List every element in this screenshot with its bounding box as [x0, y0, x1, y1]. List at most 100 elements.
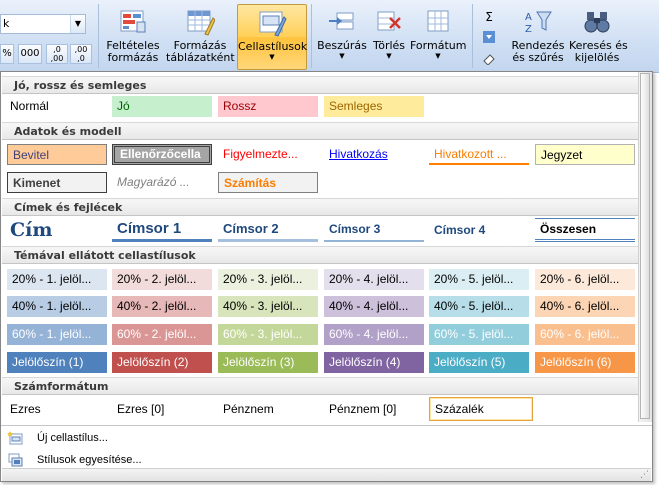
style-accent2-60[interactable]: 60% - 2. jelöl... [112, 324, 212, 345]
sort-filter-icon: A Z [525, 11, 552, 35]
style-accent6-40[interactable]: 40% - 6. jelöl... [535, 296, 635, 317]
style-accent6-60[interactable]: 60% - 6. jelöl... [535, 324, 635, 345]
style-accent6-20[interactable]: 20% - 6. jelöl... [535, 269, 635, 290]
format-cells-icon [427, 10, 449, 32]
style-accent2-20[interactable]: 20% - 2. jelöl... [112, 269, 212, 290]
style-explanatory[interactable]: Magyarázó ... [112, 172, 212, 193]
style-input[interactable]: Bevitel [7, 144, 107, 165]
style-percent[interactable]: Százalék [429, 397, 533, 421]
delete-cells-icon [377, 11, 401, 31]
clear-button[interactable] [478, 52, 500, 70]
merge-styles-icon [8, 453, 23, 467]
style-heading-1[interactable]: Címsor 1 [112, 218, 212, 242]
section-header-data-model: Adatok és modell [2, 122, 639, 140]
style-accent1-40[interactable]: 40% - 1. jelöl... [7, 296, 107, 317]
style-title[interactable]: Cím [5, 218, 105, 242]
chevron-down-icon: ▼ [339, 52, 345, 60]
chevron-down-icon[interactable]: ▼ [70, 15, 85, 33]
style-total[interactable]: Összesen [535, 218, 635, 242]
svg-text:A: A [525, 12, 532, 23]
style-heading-2[interactable]: Címsor 2 [218, 218, 318, 242]
conditional-formatting-button[interactable]: Feltételes formázás [101, 4, 165, 70]
style-output[interactable]: Kimenet [7, 172, 107, 193]
style-check-cell[interactable]: Ellenőrzőcella [112, 144, 212, 165]
thousands-separator-button[interactable]: 000 [18, 44, 42, 64]
fill-down-icon [483, 31, 495, 43]
find-select-button[interactable]: Keresés és kijelölés [569, 4, 628, 70]
style-accent3-20[interactable]: 20% - 3. jelöl... [218, 269, 318, 290]
style-accent4-40[interactable]: 40% - 4. jelöl... [324, 296, 424, 317]
decrease-decimal-icon: ,00 ,0 [74, 45, 88, 63]
section-header-titles: Címek és fejlécek [2, 198, 639, 216]
style-accent4-20[interactable]: 20% - 4. jelöl... [324, 269, 424, 290]
style-accent2-40[interactable]: 40% - 2. jelöl... [112, 296, 212, 317]
insert-cells-icon [329, 12, 354, 30]
delete-cells-button[interactable]: Törlés ▼ [369, 4, 409, 70]
merge-styles-label: Stílusok egyesítése... [37, 454, 142, 466]
sort-filter-button[interactable]: A Z Rendezés és szűrés [510, 4, 566, 70]
style-calculation[interactable]: Számítás [218, 172, 318, 193]
increase-decimal-button[interactable]: ,0 ,00 [46, 44, 68, 64]
style-accent1-20[interactable]: 20% - 1. jelöl... [7, 269, 107, 290]
format-cells-button[interactable]: Formátum ▼ [410, 4, 466, 70]
style-accent6[interactable]: Jelölőszín (6) [535, 352, 635, 373]
style-accent5-60[interactable]: 60% - 5. jelöl... [429, 324, 529, 345]
chevron-down-icon: ▼ [386, 52, 392, 60]
style-comma-0[interactable]: Ezres [0] [112, 399, 212, 420]
style-currency[interactable]: Pénznem [218, 399, 318, 420]
ribbon-separator [472, 4, 473, 68]
style-hyperlink[interactable]: Hivatkozás [324, 144, 424, 165]
style-linked-cell[interactable]: Hivatkozott ... [429, 144, 529, 165]
resize-grip-icon[interactable]: ⋰ [640, 470, 649, 480]
style-accent3[interactable]: Jelölőszín (3) [218, 352, 318, 373]
percent-style-button[interactable]: % [0, 44, 14, 64]
style-accent1-60[interactable]: 60% - 1. jelöl... [7, 324, 107, 345]
style-accent5[interactable]: Jelölőszín (5) [429, 352, 529, 373]
ribbon-separator [98, 4, 99, 68]
cell-styles-gallery: Jó, rossz és semleges Normál Jó Rossz Se… [0, 71, 653, 482]
style-note[interactable]: Jegyzet [535, 144, 635, 165]
new-cell-style-label: Új cellastílus... [37, 432, 108, 444]
font-name-box[interactable]: k ▼ [0, 14, 86, 34]
conditional-formatting-icon [120, 10, 146, 33]
style-accent3-60[interactable]: 60% - 3. jelöl... [218, 324, 318, 345]
autosum-button[interactable]: Σ [478, 8, 500, 26]
style-accent1[interactable]: Jelölőszín (1) [7, 352, 107, 373]
decrease-decimal-button[interactable]: ,00 ,0 [70, 44, 92, 64]
gallery-resize-bar[interactable]: ⋰ [2, 468, 651, 481]
fill-button[interactable] [478, 30, 500, 48]
style-bad[interactable]: Rossz [218, 96, 318, 117]
style-comma[interactable]: Ezres [5, 399, 105, 420]
font-name-value: k [3, 17, 10, 30]
style-warning-text[interactable]: Figyelmezte... [218, 144, 318, 165]
gallery-scrollbar[interactable] [638, 72, 652, 422]
style-accent4[interactable]: Jelölőszín (4) [324, 352, 424, 373]
insert-cells-button[interactable]: Beszúrás ▼ [316, 4, 368, 70]
style-accent3-40[interactable]: 40% - 3. jelöl... [218, 296, 318, 317]
new-cell-style-menu-item[interactable]: Új cellastílus... [1, 427, 652, 449]
style-accent2[interactable]: Jelölőszín (2) [112, 352, 212, 373]
style-currency-0[interactable]: Pénznem [0] [324, 399, 424, 420]
format-as-table-icon [187, 10, 215, 36]
ribbon: k ▼ % 000 ,0 ,00 ,00 ,0 Feltételes formá… [0, 0, 659, 73]
binoculars-icon [584, 12, 610, 33]
new-style-icon [7, 431, 23, 445]
svg-text:Z: Z [525, 24, 532, 35]
style-heading-3[interactable]: Címsor 3 [324, 218, 424, 242]
style-neutral[interactable]: Semleges [324, 96, 424, 117]
scrollbar-thumb[interactable] [640, 73, 650, 419]
cell-styles-button[interactable]: Cellastílusok ▼ [237, 4, 307, 70]
style-heading-4[interactable]: Címsor 4 [429, 218, 529, 242]
style-accent4-60[interactable]: 60% - 4. jelöl... [324, 324, 424, 345]
style-normal[interactable]: Normál [5, 96, 105, 117]
ribbon-separator [311, 4, 312, 68]
menu-separator [1, 425, 652, 426]
style-good[interactable]: Jó [112, 96, 212, 117]
chevron-down-icon: ▼ [269, 53, 275, 61]
section-header-good-bad: Jó, rossz és semleges [2, 76, 639, 94]
style-accent5-20[interactable]: 20% - 5. jelöl... [429, 269, 529, 290]
eraser-icon [483, 54, 495, 66]
style-accent5-40[interactable]: 40% - 5. jelöl... [429, 296, 529, 317]
format-as-table-button[interactable]: Formázás táblázatként [166, 4, 235, 70]
section-header-themed: Témával ellátott cellastílusok [2, 246, 639, 264]
